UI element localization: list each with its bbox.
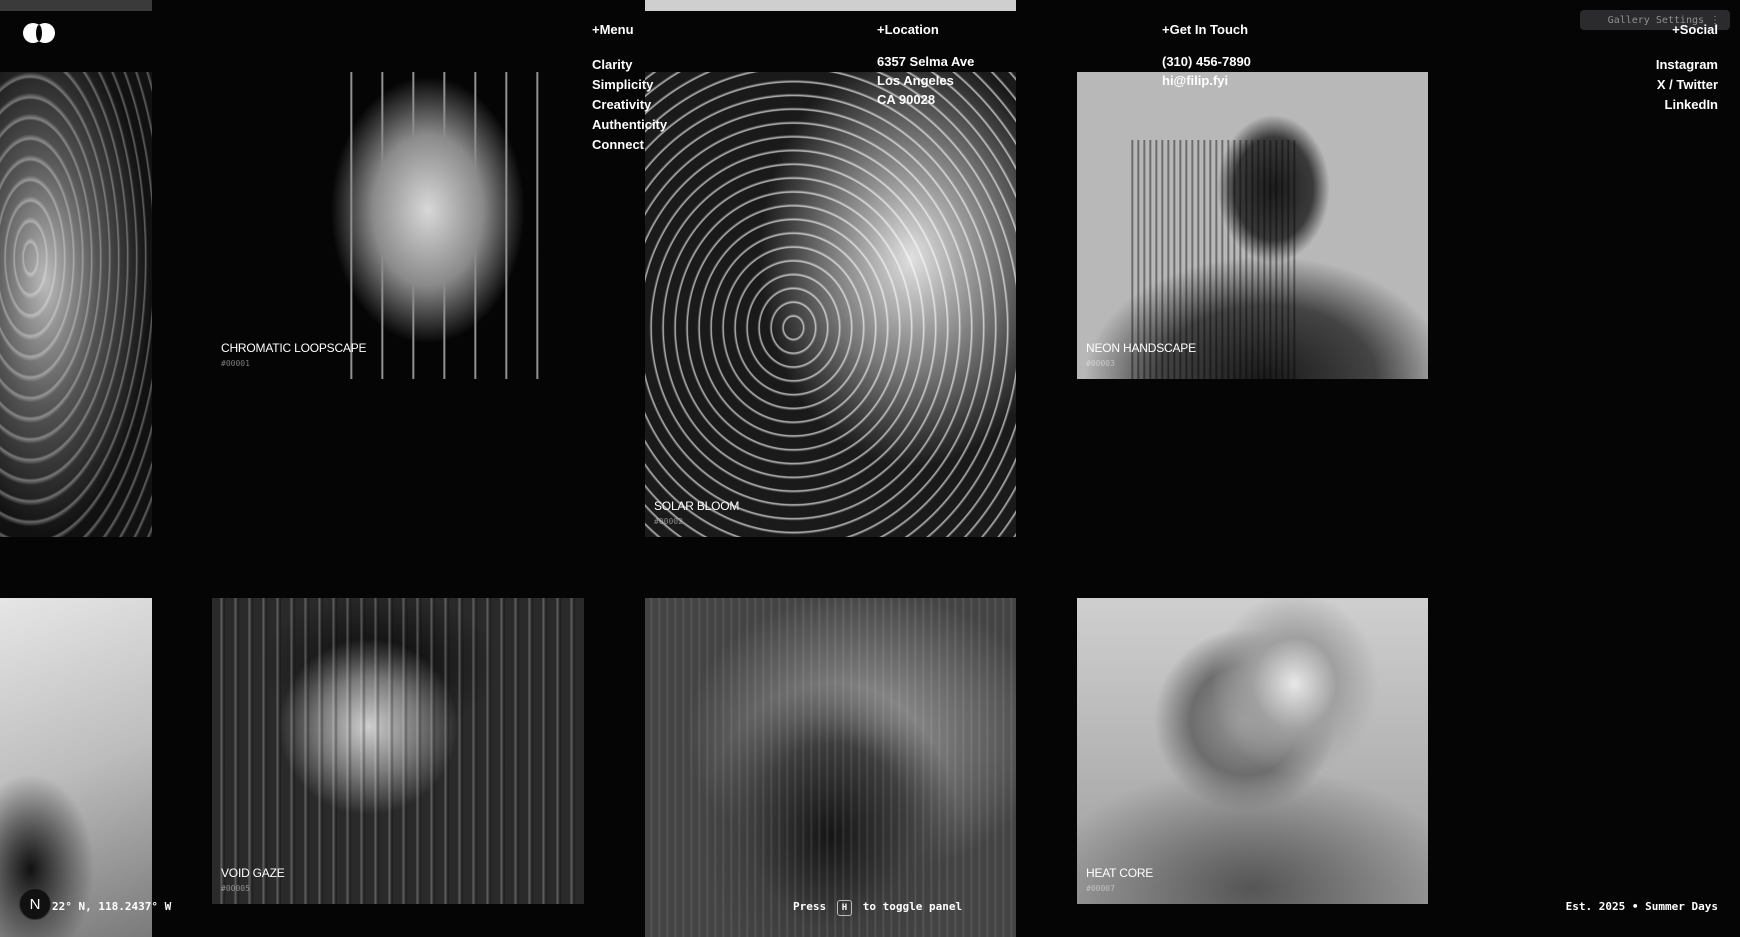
location-column: +Location 6357 Selma Ave Los Angeles CA … — [877, 22, 974, 109]
tile-image — [645, 598, 1016, 937]
phone-link[interactable]: (310) 456-7890 — [1162, 52, 1251, 71]
gallery-tile-void-gaze[interactable]: VOID GAZE #00005 — [212, 598, 584, 904]
established-text: Est. 2025 • Summer Days — [1565, 900, 1718, 913]
social-link-instagram[interactable]: Instagram — [1656, 55, 1718, 75]
menu-item-simplicity[interactable]: Simplicity — [592, 75, 667, 95]
menu-list: Clarity Simplicity Creativity Authentici… — [592, 55, 667, 155]
tile-code: #00005 — [221, 884, 250, 893]
location-heading: +Location — [877, 22, 939, 37]
tile-code: #00002 — [654, 517, 683, 526]
menu-item-connect[interactable]: Connect — [592, 135, 667, 155]
gallery-tile-blur-hair[interactable] — [0, 598, 152, 937]
logo-icon[interactable] — [22, 22, 56, 44]
menu-item-clarity[interactable]: Clarity — [592, 55, 667, 75]
social-link-linkedin[interactable]: LinkedIn — [1656, 95, 1718, 115]
menu-column: +Menu Clarity Simplicity Creativity Auth… — [592, 22, 667, 155]
social-heading: +Social — [1672, 22, 1718, 37]
address-street: 6357 Selma Ave — [877, 54, 975, 69]
social-link-twitter[interactable]: X / Twitter — [1656, 75, 1718, 95]
coordinates: 22° N, 118.2437° W — [52, 900, 172, 913]
gallery-tile-eye[interactable] — [645, 598, 1016, 937]
tile-title: HEAT CORE — [1086, 866, 1154, 880]
tile-code: #00003 — [1086, 359, 1115, 368]
email-link[interactable]: hi@filip.fyi — [1162, 71, 1251, 90]
menu-heading[interactable]: +Menu — [592, 22, 667, 37]
gallery-tile-neon-handscape[interactable]: NEON HANDSCAPE #00003 — [1077, 72, 1428, 379]
gallery-tile-face-left[interactable] — [0, 72, 152, 537]
tile-title: NEON HANDSCAPE — [1086, 341, 1196, 355]
menu-item-authenticity[interactable]: Authenticity — [592, 115, 667, 135]
tile-code: #00007 — [1086, 884, 1115, 893]
tile-image — [645, 72, 1016, 537]
tile-image — [0, 598, 152, 937]
tile-image — [1077, 598, 1428, 904]
contact-column: +Get In Touch (310) 456-7890 hi@filip.fy… — [1162, 22, 1251, 90]
social-list: Instagram X / Twitter LinkedIn — [1656, 55, 1718, 115]
tile-image — [1077, 72, 1428, 379]
gallery-tile-solar-bloom[interactable]: SOLAR BLOOM #00002 — [645, 72, 1016, 537]
contact-heading: +Get In Touch — [1162, 22, 1249, 37]
tile-title: VOID GAZE — [221, 866, 285, 880]
social-column: +Social Instagram X / Twitter LinkedIn — [1656, 22, 1718, 115]
gallery-tile-heat-core[interactable]: HEAT CORE #00007 — [1077, 598, 1428, 904]
address: 6357 Selma Ave Los Angeles CA 90028 — [877, 52, 974, 109]
tile-title: CHROMATIC LOOPSCAPE — [221, 341, 367, 355]
keyboard-key-h: H — [836, 900, 853, 916]
tile-image — [212, 598, 584, 904]
address-zip: CA 90028 — [877, 92, 936, 107]
hint-toggle: to toggle panel — [862, 900, 963, 913]
hint-press: Press — [793, 900, 827, 913]
tile-partial-top-left[interactable] — [0, 0, 152, 11]
menu-item-creativity[interactable]: Creativity — [592, 95, 667, 115]
avatar[interactable]: N — [19, 888, 51, 920]
tile-code: #00001 — [221, 359, 250, 368]
tile-title: SOLAR BLOOM — [654, 499, 740, 513]
avatar-letter: N — [29, 895, 41, 913]
address-city: Los Angeles — [877, 73, 954, 88]
tile-image — [212, 72, 584, 379]
tile-partial-top-center[interactable] — [645, 0, 1016, 11]
tile-image — [0, 72, 152, 537]
contact-list: (310) 456-7890 hi@filip.fyi — [1162, 52, 1251, 90]
toggle-panel-hint: Press H to toggle panel — [793, 900, 962, 916]
gallery-tile-chromatic-loopscape[interactable]: CHROMATIC LOOPSCAPE #00001 — [212, 72, 584, 379]
